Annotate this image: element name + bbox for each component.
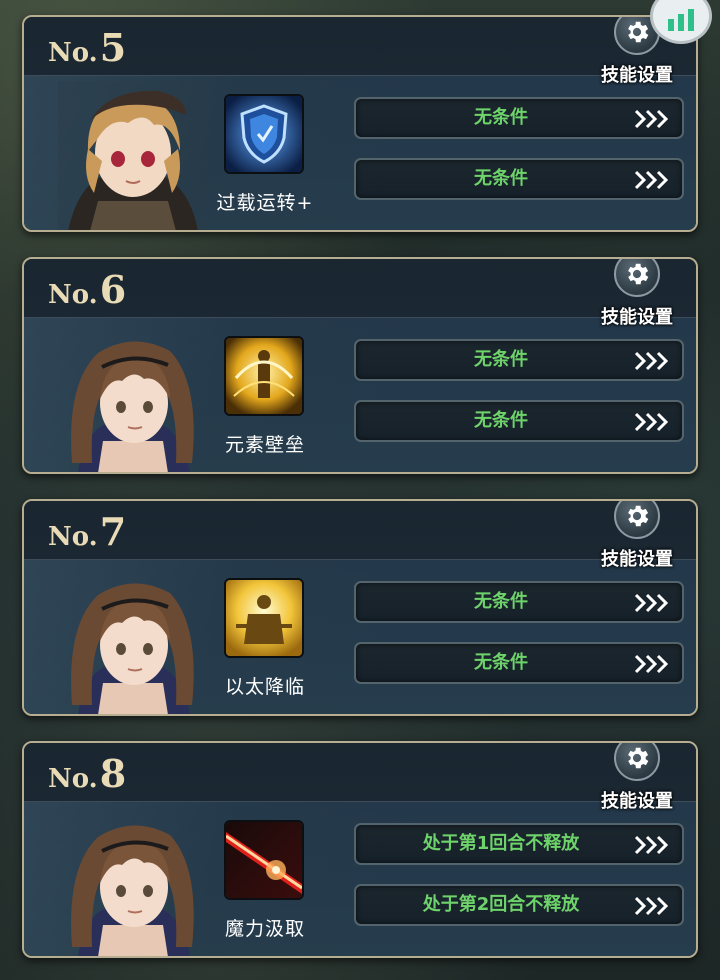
skill-settings-label: 技能设置 [601, 65, 673, 86]
skill-settings-button[interactable]: 技能设置 [592, 743, 682, 812]
character-portrait[interactable] [58, 81, 208, 230]
skill[interactable]: 元素壁垒 [220, 336, 310, 472]
condition-button[interactable]: 无条件 [354, 339, 684, 381]
skill-settings-label: 技能设置 [601, 791, 673, 812]
slot-number: No. 8 [48, 751, 126, 796]
triple-chevron-right-icon [632, 653, 672, 675]
condition-button[interactable]: 无条件 [354, 581, 684, 623]
character-portrait[interactable] [58, 565, 208, 714]
skill-name: 元素壁垒 [224, 434, 305, 456]
slot-number-prefix: No. [48, 522, 98, 552]
skill[interactable]: 以太降临 [220, 578, 310, 714]
gear-icon [614, 501, 660, 539]
condition-text: 无条件 [474, 168, 528, 189]
condition-text: 处于第1回合不释放 [422, 833, 580, 854]
condition-text: 无条件 [474, 410, 528, 431]
slot-number: No. 5 [48, 25, 126, 70]
condition-text: 无条件 [474, 107, 528, 128]
golden-barrier-skill-icon [224, 336, 304, 416]
gear-icon [614, 259, 660, 297]
triple-chevron-right-icon [632, 411, 672, 433]
blue-shield-skill-icon [224, 94, 304, 174]
slot-number-value: 8 [99, 751, 127, 796]
character-portrait[interactable] [58, 807, 208, 956]
skill-slot-card-5: No. 5 技能设置 过载运转+ 无条件 无条件 [22, 15, 698, 232]
slot-number-value: 5 [99, 25, 127, 70]
condition-button[interactable]: 无条件 [354, 642, 684, 684]
triple-chevron-right-icon [632, 350, 672, 372]
character-portrait[interactable] [58, 323, 208, 472]
triple-chevron-right-icon [632, 108, 672, 130]
triple-chevron-right-icon [632, 169, 672, 191]
condition-button[interactable]: 无条件 [354, 400, 684, 442]
golden-knight-skill-icon [224, 578, 304, 658]
condition-text: 无条件 [474, 652, 528, 673]
skill[interactable]: 魔力汲取 [220, 820, 310, 956]
slot-number-prefix: No. [48, 38, 98, 68]
slot-number: No. 7 [48, 509, 126, 554]
condition-button[interactable]: 无条件 [354, 158, 684, 200]
triple-chevron-right-icon [632, 592, 672, 614]
condition-text: 无条件 [474, 591, 528, 612]
skill-settings-label: 技能设置 [601, 307, 673, 328]
skill-slot-card-8: No. 8 技能设置 魔力汲取 处于第1回合不释放 处于第2回合不释放 [22, 741, 698, 958]
skill-name: 魔力汲取 [224, 918, 305, 940]
condition-button[interactable]: 处于第1回合不释放 [354, 823, 684, 865]
condition-button[interactable]: 无条件 [354, 97, 684, 139]
condition-text: 无条件 [474, 349, 528, 370]
skill-settings-button[interactable]: 技能设置 [592, 501, 682, 570]
slot-number-prefix: No. [48, 764, 98, 794]
skill-settings-button[interactable]: 技能设置 [592, 259, 682, 328]
gear-icon [614, 743, 660, 781]
slot-number-prefix: No. [48, 280, 98, 310]
skill[interactable]: 过载运转+ [217, 94, 312, 230]
triple-chevron-right-icon [632, 895, 672, 917]
slot-number-value: 6 [99, 267, 127, 312]
skill-settings-label: 技能设置 [601, 549, 673, 570]
red-beam-skill-icon [224, 820, 304, 900]
slot-number-value: 7 [99, 509, 127, 554]
skill-name: 过载运转+ [216, 192, 314, 214]
slot-number: No. 6 [48, 267, 126, 312]
condition-button[interactable]: 处于第2回合不释放 [354, 884, 684, 926]
skill-slot-card-7: No. 7 技能设置 以太降临 无条件 无条件 [22, 499, 698, 716]
triple-chevron-right-icon [632, 834, 672, 856]
skill-slot-card-6: No. 6 技能设置 元素壁垒 无条件 无条件 [22, 257, 698, 474]
condition-text: 处于第2回合不释放 [422, 894, 580, 915]
skill-name: 以太降临 [224, 676, 305, 698]
